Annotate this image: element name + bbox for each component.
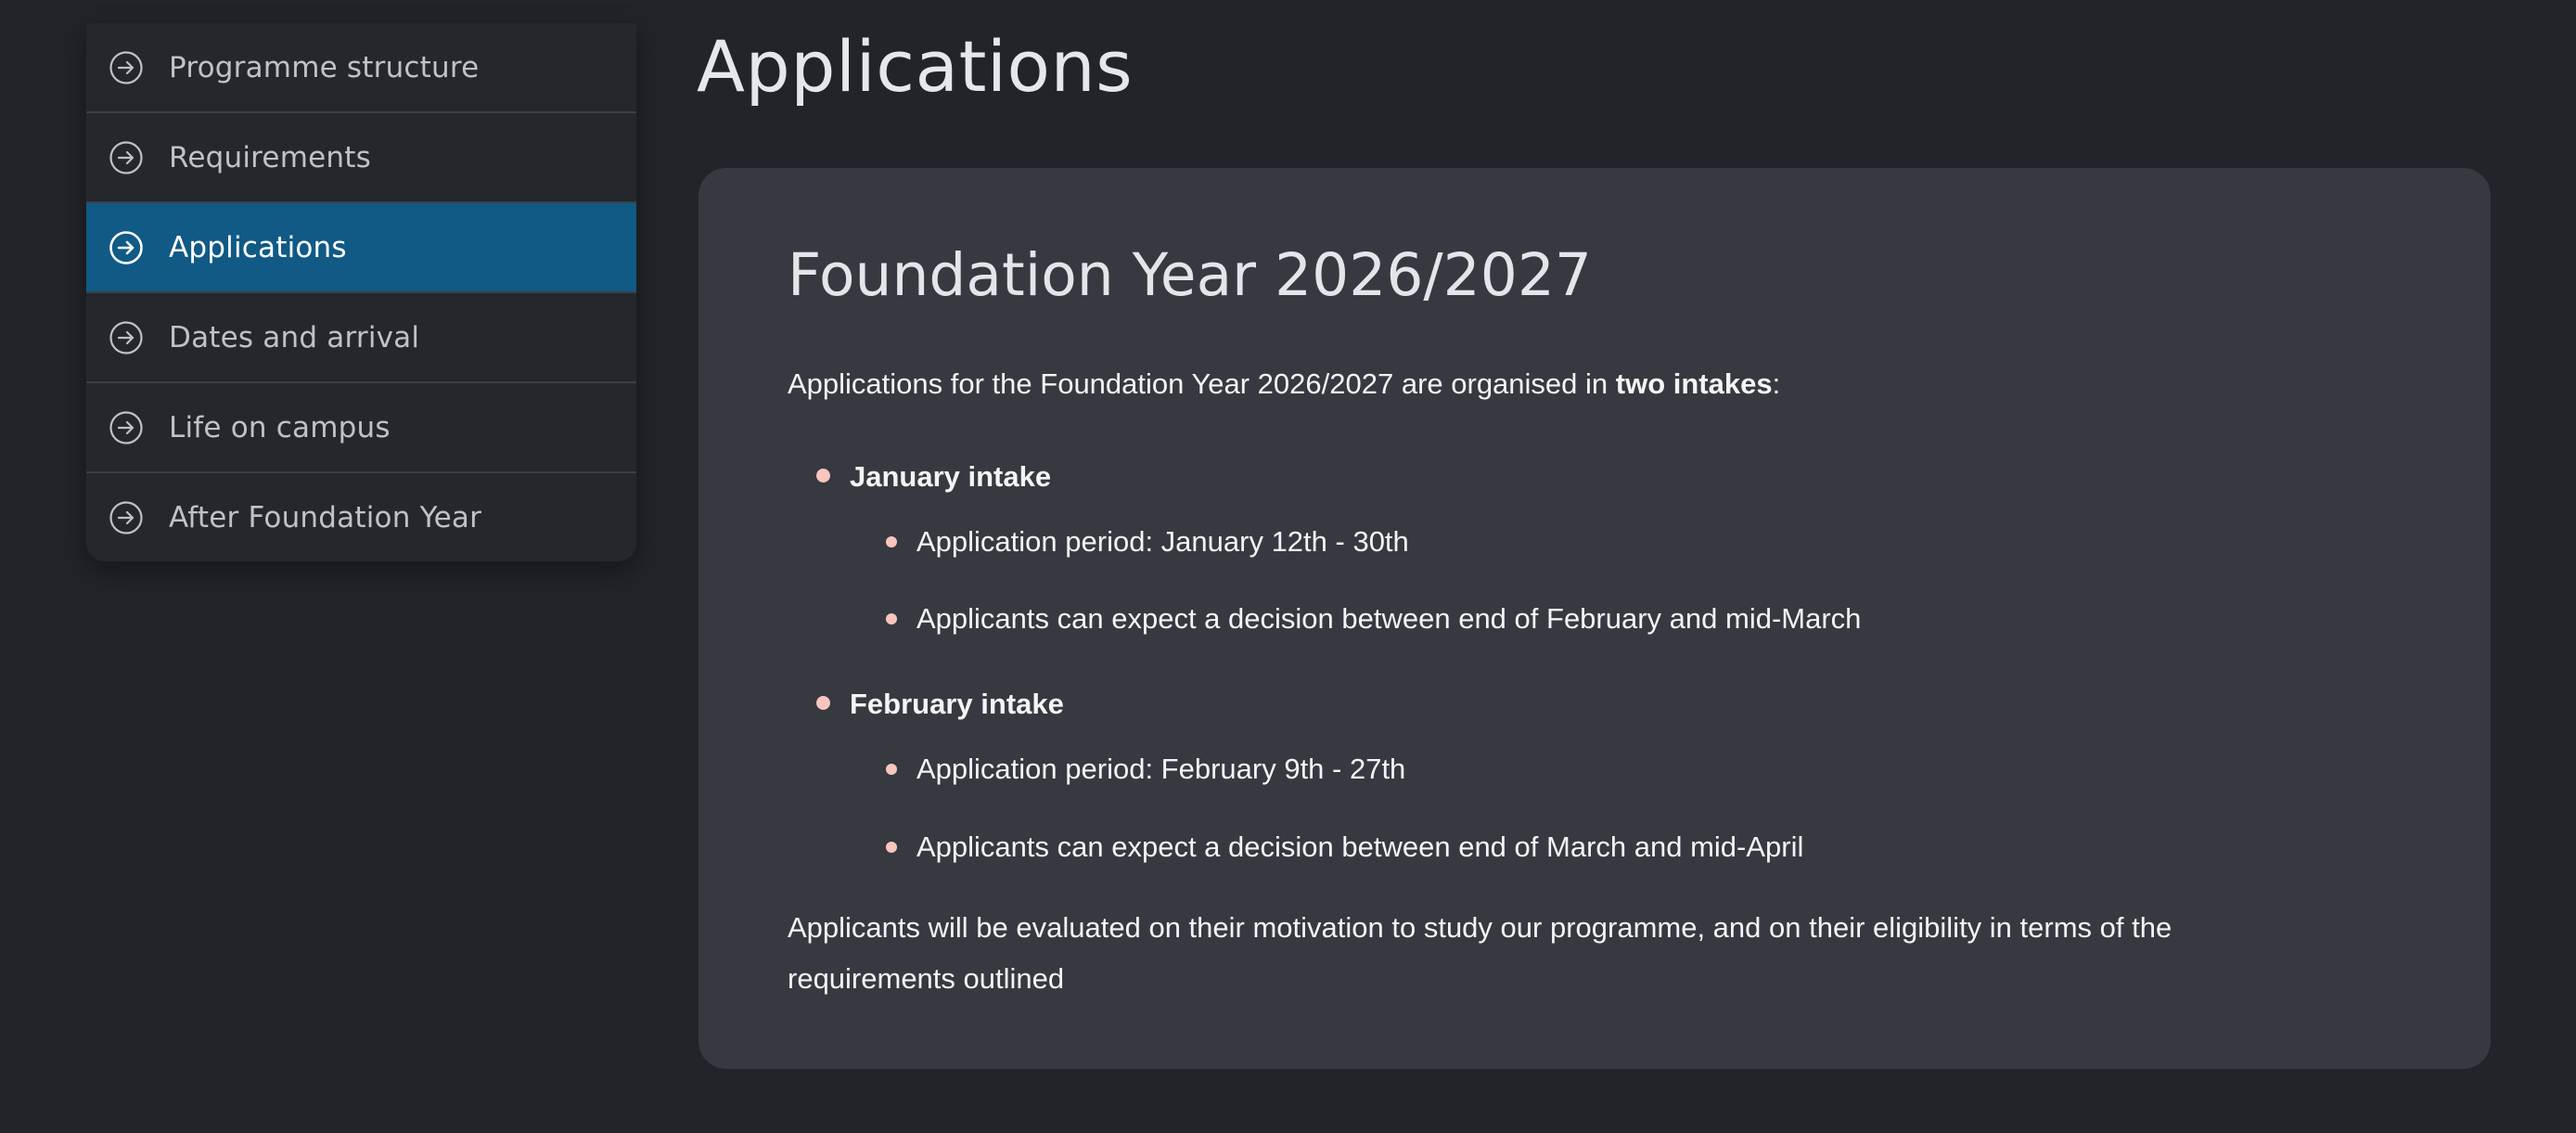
list-item: Application period: February 9th - 27th [916,753,1406,785]
sidebar-item-applications[interactable]: Applications [86,203,636,293]
bullet-icon [816,469,830,483]
arrow-right-circle-icon [108,49,145,86]
sidebar-item-label: Applications [169,230,347,264]
arrow-right-circle-icon [108,319,145,356]
sidebar-item-label: Dates and arrival [169,320,420,354]
sub-bullet-icon [886,842,897,853]
sidebar-item-requirements[interactable]: Requirements [86,113,636,203]
sidebar-item-label: Programme structure [169,50,480,84]
intro-emphasis: two intakes [1615,367,1773,400]
intro-suffix: : [1772,367,1781,400]
arrow-right-circle-icon [108,499,145,536]
arrow-right-circle-icon [108,409,145,446]
list-item: Applicants can expect a decision between… [916,830,1804,863]
arrow-right-circle-icon [108,139,145,176]
arrow-right-circle-icon [108,229,145,266]
intake-heading-february: February intake [850,688,1064,720]
list-item: Applicants can expect a decision between… [916,602,1862,635]
outro-paragraph: Applicants will be evaluated on their mo… [788,911,2172,995]
sidebar-item-programme-structure[interactable]: Programme structure [86,23,636,113]
intake-heading-january: January intake [850,460,1052,493]
content-card: Foundation Year 2026/2027 Applications f… [698,168,2491,1069]
sidebar-item-label: After Foundation Year [169,500,482,534]
sub-bullet-icon [886,613,897,624]
sidebar-item-label: Requirements [169,140,371,174]
page-title: Applications [697,25,1134,108]
sidebar-item-dates-and-arrival[interactable]: Dates and arrival [86,293,636,383]
sub-bullet-icon [886,764,897,775]
bullet-icon [816,696,830,710]
sidebar-item-label: Life on campus [169,410,391,444]
sidebar-nav: Programme structure Requirements Applica… [86,23,636,561]
intro-paragraph: Applications for the Foundation Year 202… [788,358,1780,409]
sidebar-item-life-on-campus[interactable]: Life on campus [86,383,636,473]
intro-text: Applications for the Foundation Year 202… [788,367,1616,400]
sidebar-item-after-foundation-year[interactable]: After Foundation Year [86,473,636,561]
card-heading: Foundation Year 2026/2027 [788,241,1592,309]
sub-bullet-icon [886,536,897,547]
list-item: Application period: January 12th - 30th [916,525,1409,558]
